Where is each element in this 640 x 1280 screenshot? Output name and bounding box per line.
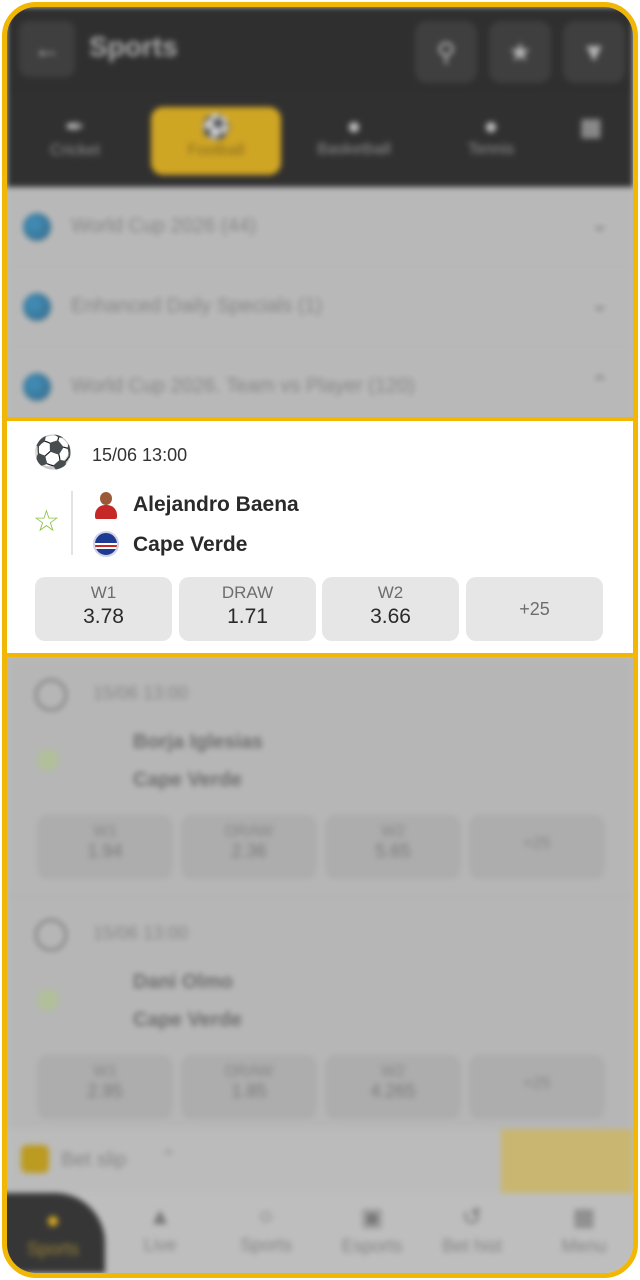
odd-draw-button[interactable]: DRAW 1.71: [179, 577, 316, 641]
phone-frame: ← Sports ⚲ ★ ▼ ✒ Cricket ⚽ Football ● Baske…: [2, 2, 638, 1278]
team-1-name: Alejandro Baena: [133, 493, 299, 516]
football-icon: ⚽: [33, 434, 73, 470]
event-datetime: 15/06 13:00: [92, 445, 188, 465]
featured-event-card[interactable]: ⚽ 15/06 13:00 ☆ Alejandro Baena Cape Ver…: [7, 417, 633, 657]
favorite-star-icon[interactable]: ☆: [33, 507, 60, 537]
cape-verde-flag-icon: [93, 531, 119, 557]
odd-w2-button[interactable]: W2 3.66: [322, 577, 459, 641]
more-markets-button[interactable]: +25: [466, 577, 603, 641]
odds-row: W1 3.78 DRAW 1.71 W2 3.66 +25: [35, 577, 603, 641]
divider: [71, 491, 73, 555]
player-avatar-icon: [93, 491, 119, 521]
team-2-name: Cape Verde: [133, 533, 248, 556]
odd-w1-button[interactable]: W1 3.78: [35, 577, 172, 641]
